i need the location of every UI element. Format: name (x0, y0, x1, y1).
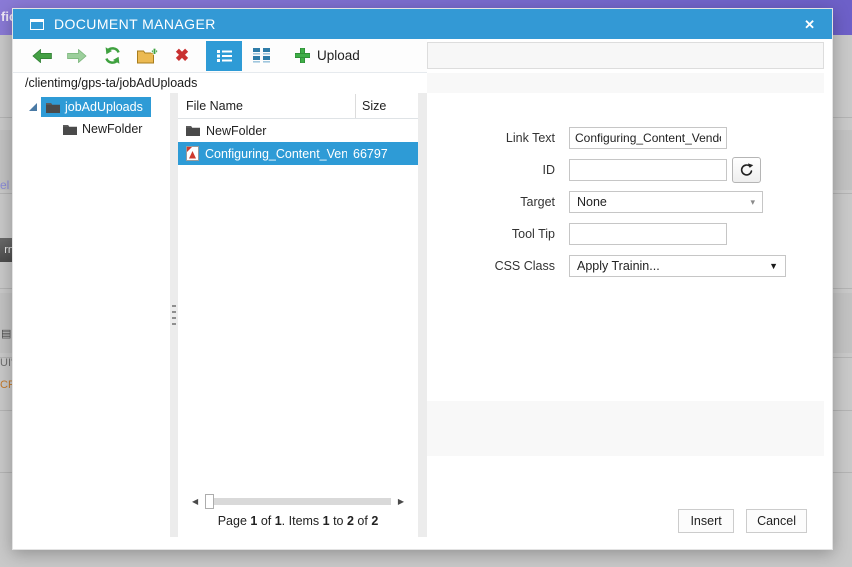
link-properties-panel: Link Text ID Target None ▾ (427, 93, 832, 537)
pagination-text: . Items (281, 514, 323, 528)
back-button[interactable] (31, 43, 53, 69)
toolbar-right-spacer (427, 39, 832, 73)
current-path: /clientimg/gps-ta/jobAdUploads (25, 76, 198, 90)
grid-view-button[interactable] (250, 43, 272, 69)
window-icon (30, 18, 44, 30)
list-view-button[interactable] (206, 40, 242, 71)
upload-label: Upload (317, 48, 360, 63)
file-row-newfolder[interactable]: NewFolder (178, 119, 418, 142)
chevron-down-icon: ▾ (750, 196, 755, 207)
pagination-text: of (353, 514, 372, 528)
file-row-configuring-content-vendor[interactable]: Configuring_Content_Vendor 66797 (178, 142, 418, 165)
pdf-file-icon (186, 146, 199, 161)
pagination-status: Page 1 of 1. Items 1 to 2 of 2 (178, 514, 418, 528)
file-list: NewFolder Configuring_Content_Vendor 667… (178, 119, 418, 494)
forward-button[interactable] (66, 43, 88, 69)
scroll-left-icon[interactable]: ◀ (192, 497, 198, 506)
tree-node: NewFolder (13, 118, 170, 140)
scrollbar-thumb[interactable] (205, 494, 215, 509)
target-select[interactable]: None ▾ (569, 191, 763, 213)
panel-splitter[interactable] (418, 93, 427, 537)
upload-button[interactable]: Upload (295, 48, 360, 63)
folder-tree: jobAdUploads NewFolder (13, 93, 170, 537)
file-list-header: File Name Size (178, 93, 418, 119)
path-right-spacer (427, 73, 824, 93)
target-value: None (577, 195, 607, 209)
dialog-title: DOCUMENT MANAGER (54, 16, 216, 32)
id-label: ID (542, 163, 556, 177)
folder-icon (63, 124, 77, 135)
pagination-number: 1 (322, 514, 330, 528)
target-label: Target (520, 195, 555, 209)
insert-button[interactable]: Insert (678, 509, 735, 533)
pagination-text: to (329, 514, 347, 528)
pagination-number: 2 (371, 514, 379, 528)
new-folder-button[interactable] (136, 43, 158, 69)
cancel-button[interactable]: Cancel (746, 509, 807, 533)
back-arrow-icon (32, 48, 52, 63)
grid-view-icon (252, 48, 270, 63)
tree-item-label: NewFolder (82, 122, 143, 136)
scrollbar-track[interactable] (205, 494, 391, 509)
css-class-value: Apply Trainin... (577, 259, 660, 273)
form-row: CSS Class Apply Trainin... ▼ (427, 255, 832, 277)
tree-item-label: jobAdUploads (65, 100, 143, 114)
column-header-size[interactable]: Size (356, 99, 418, 113)
new-folder-icon (136, 47, 158, 64)
file-name-cell: Configuring_Content_Vendor (178, 146, 347, 161)
folder-icon (46, 102, 60, 113)
upload-plus-icon (295, 48, 310, 63)
css-class-select[interactable]: Apply Trainin... ▼ (569, 255, 786, 277)
panel-divider-strip (427, 401, 824, 456)
tree-splitter[interactable] (170, 93, 178, 537)
file-list-panel: File Name Size NewFolder Configuring_Con… (178, 93, 418, 537)
tool-tip-label: Tool Tip (511, 227, 555, 241)
reset-id-button[interactable] (732, 157, 761, 183)
file-name: NewFolder (206, 123, 267, 138)
form-row: Link Text (427, 127, 832, 149)
id-input[interactable] (569, 159, 727, 181)
file-name-cell: NewFolder (178, 124, 347, 138)
form-row: Target None ▾ (427, 191, 832, 213)
splitter-grip-icon (172, 305, 176, 329)
horizontal-scrollbar: ◀ ▶ (178, 494, 418, 509)
tree-item-jobaduploads[interactable]: jobAdUploads (41, 97, 151, 117)
document-manager-dialog: DOCUMENT MANAGER ✕ ✖ Upload /clientimg/g… (12, 8, 833, 550)
reset-icon (740, 162, 754, 176)
background-link-fragment: el (0, 178, 10, 192)
tree-expander-icon[interactable] (29, 103, 37, 111)
column-header-file-name[interactable]: File Name (178, 93, 356, 118)
delete-icon: ✖ (174, 46, 190, 65)
form-row: Tool Tip (427, 223, 832, 245)
pagination-number: 1 (274, 514, 282, 528)
pagination-text: of (257, 514, 275, 528)
delete-button[interactable]: ✖ (171, 43, 193, 69)
tree-node: jobAdUploads (13, 96, 170, 118)
list-view-icon (216, 49, 232, 62)
tool-tip-input[interactable] (569, 223, 727, 245)
toolbar: ✖ Upload (13, 39, 427, 73)
chevron-down-icon: ▼ (769, 261, 778, 271)
refresh-icon (104, 47, 120, 64)
form-row: ID (427, 157, 832, 183)
pagination-number: 2 (346, 514, 354, 528)
folder-icon (186, 126, 200, 136)
file-size-cell: 66797 (353, 146, 388, 161)
pagination-text: Page (217, 514, 251, 528)
link-text-input[interactable] (569, 127, 727, 149)
dialog-titlebar[interactable]: DOCUMENT MANAGER ✕ (13, 9, 832, 39)
refresh-button[interactable] (101, 43, 123, 69)
background-printer-icon: ▤ (1, 328, 12, 340)
toolbar-right-panel (427, 42, 824, 69)
css-class-label: CSS Class (494, 259, 555, 273)
link-text-label: Link Text (505, 131, 555, 145)
dialog-footer: Insert Cancel (678, 509, 807, 533)
scroll-right-icon[interactable]: ▶ (398, 497, 404, 506)
close-icon[interactable]: ✕ (804, 18, 815, 31)
forward-arrow-icon (67, 48, 87, 63)
tree-item-newfolder[interactable]: NewFolder (63, 122, 142, 136)
file-name: Configuring_Content_Vendor (205, 146, 347, 161)
